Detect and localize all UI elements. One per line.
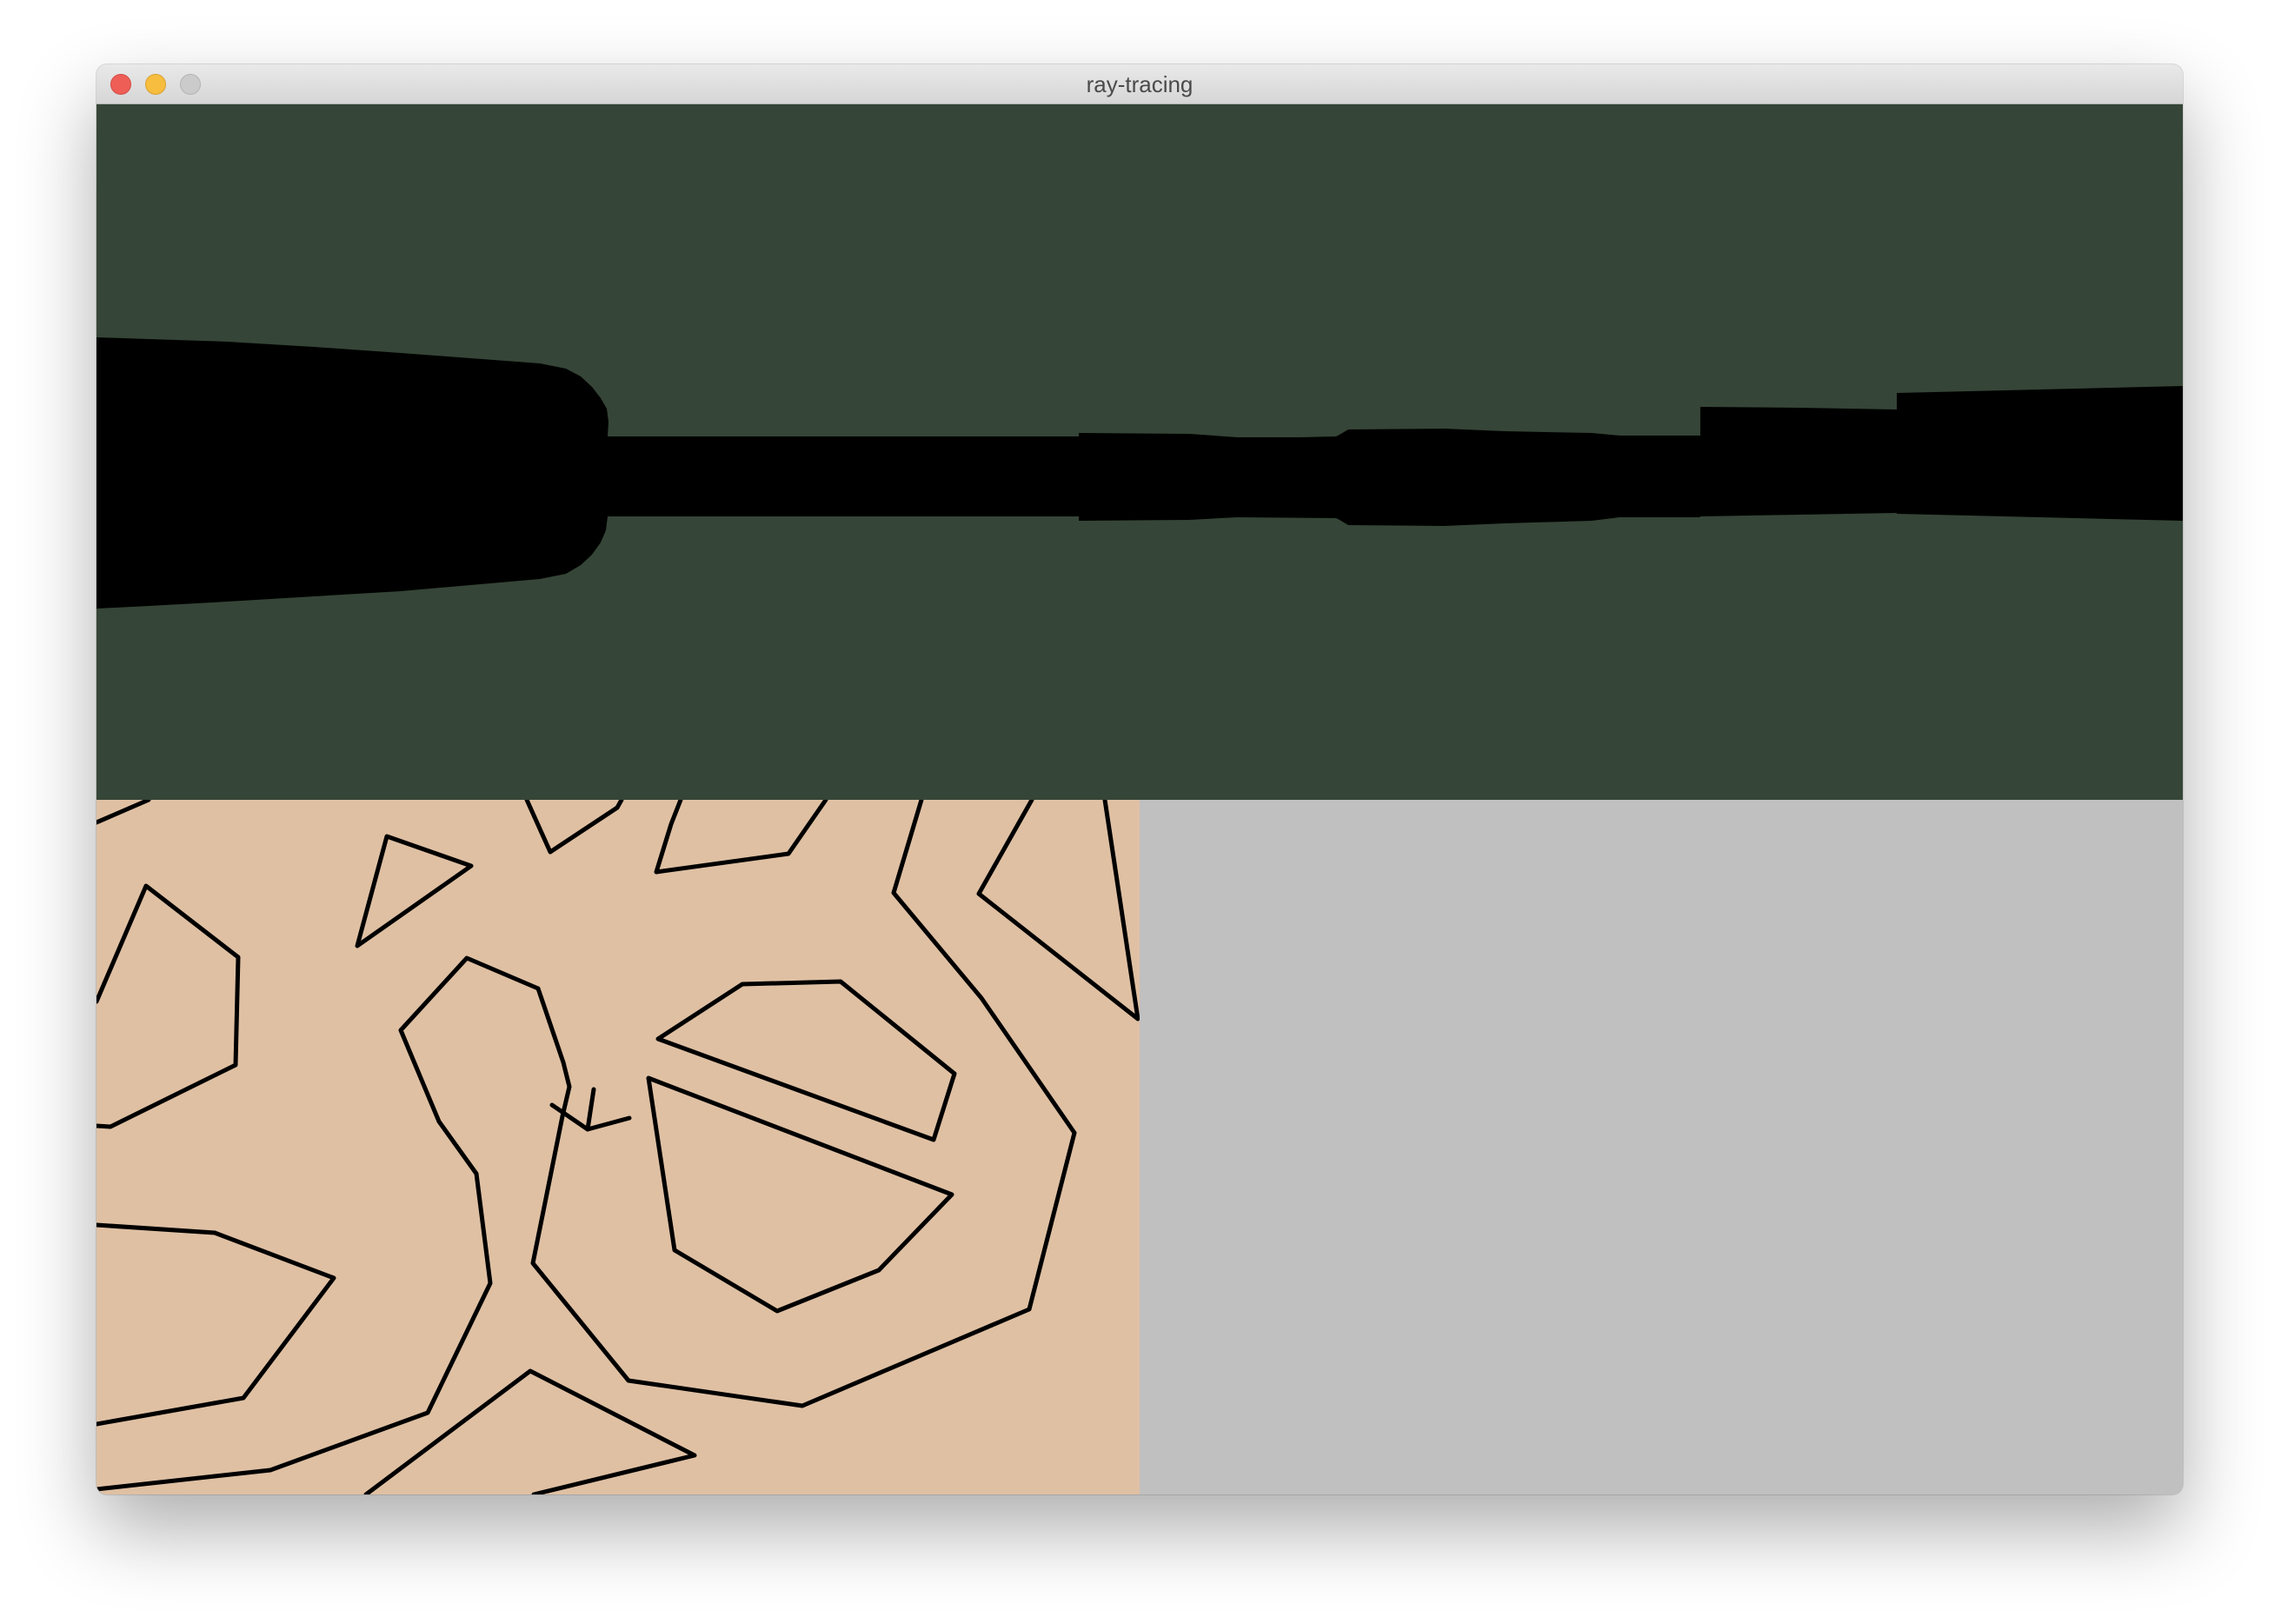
wall-segment	[524, 800, 624, 855]
wall-polygon	[646, 1075, 954, 1314]
wall-segment	[976, 800, 1140, 1022]
wall-edge	[96, 800, 151, 825]
top-down-map-view	[96, 800, 1140, 1494]
wall-segment	[530, 800, 1077, 1408]
ray-trace-render-view	[96, 104, 2183, 800]
title-bar[interactable]: ray-tracing	[96, 64, 2183, 104]
wall-polygon	[655, 979, 957, 1142]
app-window: ray-tracing	[96, 64, 2183, 1494]
render-silhouette	[96, 337, 2183, 609]
empty-pane	[1140, 800, 2183, 1494]
window-title: ray-tracing	[1086, 71, 1194, 97]
wall-segment	[585, 1087, 596, 1132]
wall-polygon	[96, 883, 241, 1129]
wall-segment	[654, 800, 828, 875]
wall-triangle	[363, 1368, 697, 1494]
wall-polygon	[96, 1222, 336, 1427]
wall-triangle	[355, 834, 474, 948]
render-canvas	[96, 337, 2183, 609]
map-canvas	[96, 800, 1140, 1494]
wall-polygon	[96, 955, 541, 1492]
